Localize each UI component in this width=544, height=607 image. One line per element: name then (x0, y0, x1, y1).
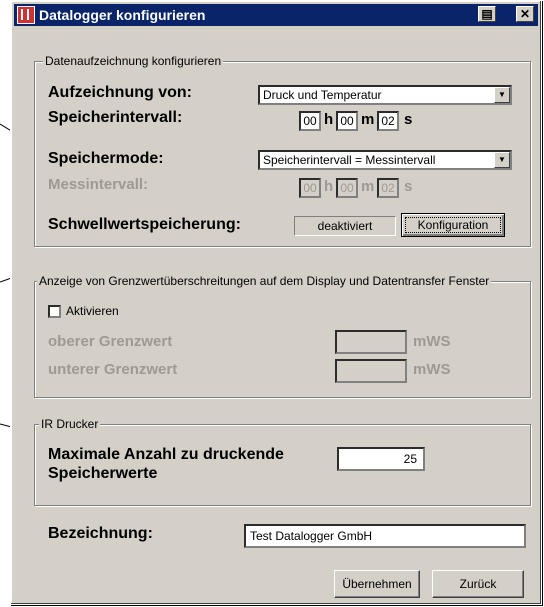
unit-s: s (404, 178, 413, 195)
unit-m: m (361, 178, 375, 195)
oberer-label: oberer Grenzwert (48, 333, 173, 350)
back-button[interactable]: Zurück (432, 570, 524, 598)
window-title: Datalogger konfigurieren (39, 7, 206, 23)
speicherintervall-minutes[interactable]: 00 (336, 111, 358, 131)
bezeichnung-input[interactable]: Test Datalogger GmbH (244, 524, 526, 548)
title-bar: Datalogger konfigurieren ▤ ✕ (14, 4, 538, 26)
close-icon[interactable]: ✕ (516, 6, 534, 22)
aktivieren-checkbox[interactable] (48, 305, 61, 318)
speicherintervall-hours[interactable]: 00 (299, 111, 321, 131)
speichermode-select[interactable]: Speicherintervall = Messintervall ▼ (258, 150, 512, 170)
messintervall-minutes: 00 (336, 178, 358, 198)
chevron-down-icon[interactable]: ▼ (494, 87, 510, 103)
group-limits-title: Anzeige von Grenzwertüberschreitungen au… (37, 274, 492, 288)
unit-s: s (404, 111, 413, 128)
speichermode-label: Speichermode: (48, 150, 164, 167)
schwell-label: Schwellwertspeicherung: (48, 216, 241, 233)
speichermode-value: Speicherintervall = Messintervall (263, 153, 436, 167)
aufzeichnung-select[interactable]: Druck und Temperatur ▼ (258, 85, 512, 105)
bezeichnung-label: Bezeichnung: (48, 525, 153, 542)
speicherintervall-seconds[interactable]: 02 (377, 111, 399, 131)
chevron-down-icon[interactable]: ▼ (494, 152, 510, 168)
schwell-status: deaktiviert (294, 216, 396, 236)
print-icon[interactable]: ▤ (478, 6, 496, 22)
unterer-input (335, 359, 407, 383)
max-label-line1: Maximale Anzahl zu druckende (48, 446, 284, 463)
oberer-unit: mWS (413, 333, 451, 350)
group-record-title: Datenaufzeichnung konfigurieren (43, 54, 224, 68)
max-label-line2: Speicherwerte (48, 465, 158, 482)
unit-h: h (324, 178, 334, 195)
aufzeichnung-label: Aufzeichnung von: (48, 84, 192, 101)
group-printer-title: IR Drucker (39, 417, 101, 431)
max-anzahl-input[interactable]: 25 (337, 447, 425, 471)
dialog-window: Datalogger konfigurieren ▤ ✕ Datenaufzei… (10, 0, 542, 605)
messintervall-label: Messintervall: (48, 176, 149, 193)
unit-h: h (324, 111, 334, 128)
aktivieren-label: Aktivieren (66, 304, 119, 318)
messintervall-hours: 00 (299, 178, 321, 198)
messintervall-seconds: 02 (377, 178, 399, 198)
unterer-label: unterer Grenzwert (48, 361, 178, 378)
app-icon (17, 6, 35, 24)
konfiguration-button[interactable]: Konfiguration (401, 213, 505, 237)
apply-button[interactable]: Übernehmen (334, 570, 420, 598)
oberer-input (335, 330, 407, 354)
aufzeichnung-value: Druck und Temperatur (263, 88, 382, 102)
speicherintervall-label: Speicherintervall: (48, 109, 183, 126)
unterer-unit: mWS (413, 361, 451, 378)
unit-m: m (361, 111, 375, 128)
